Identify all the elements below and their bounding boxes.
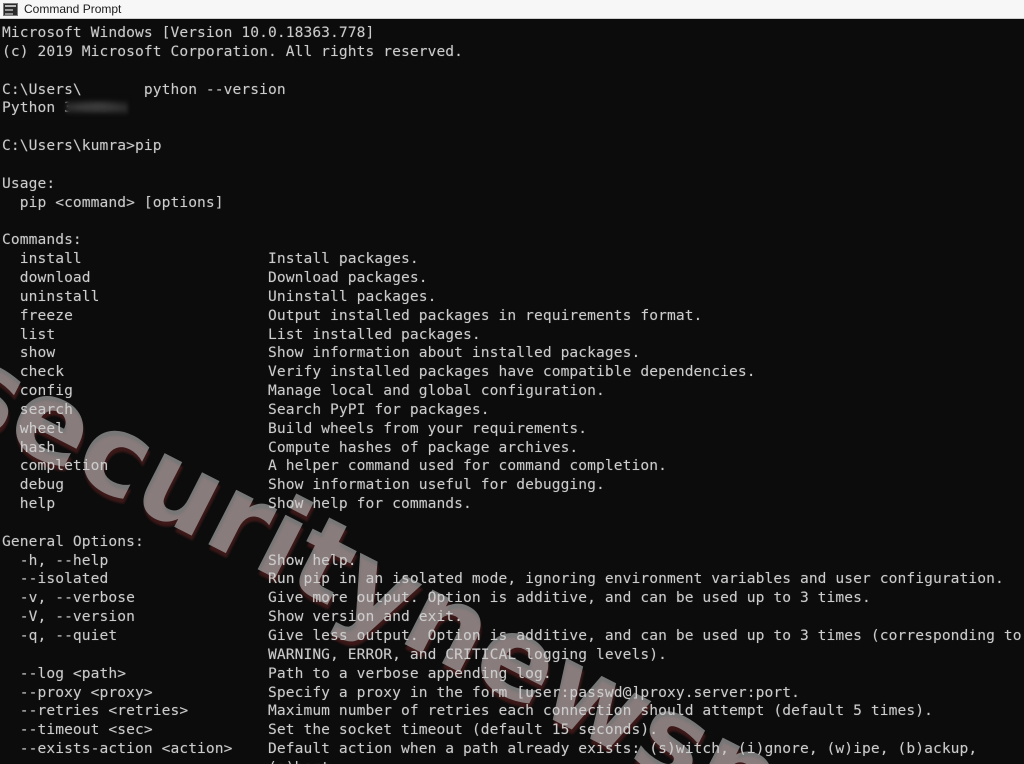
window-title-bar[interactable]: Command Prompt (0, 0, 1024, 19)
console-text: Microsoft Windows [Version 10.0.18363.77… (2, 24, 1022, 764)
command-prompt-icon (3, 2, 18, 16)
command-prompt-window: Command Prompt securitynewspaper.com Mic… (0, 0, 1024, 764)
window-title-label: Command Prompt (24, 1, 122, 16)
terminal-output-area[interactable]: securitynewspaper.com Microsoft Windows … (0, 19, 1024, 764)
